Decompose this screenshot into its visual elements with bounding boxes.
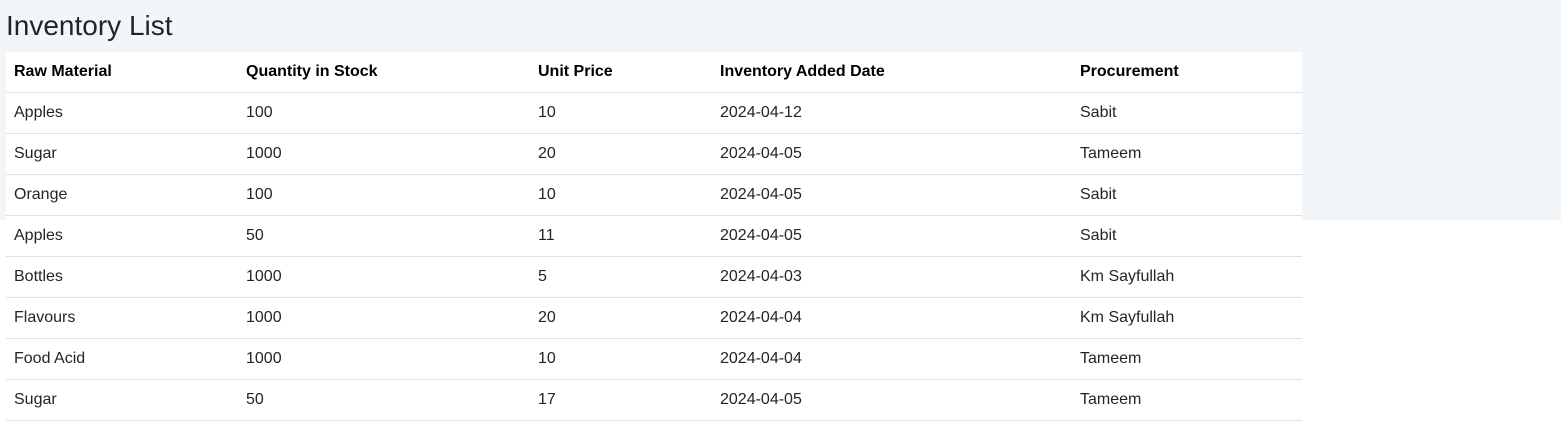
cell-added-date: 2024-04-04 [712, 338, 1072, 380]
cell-unit-price: 20 [530, 133, 712, 175]
cell-procurement: Km Sayfullah [1072, 297, 1302, 339]
cell-quantity: 50 [238, 379, 530, 421]
header-unit-price: Unit Price [530, 52, 712, 93]
table-row: Apples 50 11 2024-04-05 Sabit [6, 215, 1302, 257]
cell-quantity: 1000 [238, 297, 530, 339]
cell-added-date: 2024-04-05 [712, 215, 1072, 257]
page-title: Inventory List [6, 10, 173, 41]
cell-unit-price: 20 [530, 297, 712, 339]
cell-procurement: Tameem [1072, 379, 1302, 421]
cell-raw-material: Flavours [6, 297, 238, 339]
cell-procurement: Tameem [1072, 133, 1302, 175]
cell-quantity: 100 [238, 92, 530, 134]
cell-procurement: Tameem [1072, 338, 1302, 380]
header-raw-material: Raw Material [6, 52, 238, 93]
cell-raw-material: Food Acid [6, 338, 238, 380]
cell-unit-price: 5 [530, 256, 712, 298]
cell-procurement: Sabit [1072, 174, 1302, 216]
cell-quantity: 50 [238, 215, 530, 257]
header-inventory-added-date: Inventory Added Date [712, 52, 1072, 93]
cell-added-date: 2024-04-03 [712, 256, 1072, 298]
header-quantity-in-stock: Quantity in Stock [238, 52, 530, 93]
cell-raw-material: Sugar [6, 133, 238, 175]
table-row: Bottles 1000 5 2024-04-03 Km Sayfullah [6, 256, 1302, 298]
cell-added-date: 2024-04-05 [712, 379, 1072, 421]
cell-added-date: 2024-04-05 [712, 133, 1072, 175]
table-row: Flavours 1000 20 2024-04-04 Km Sayfullah [6, 297, 1302, 339]
table-row: Sugar 1000 20 2024-04-05 Tameem [6, 133, 1302, 175]
cell-procurement: Km Sayfullah [1072, 256, 1302, 298]
cell-unit-price: 10 [530, 174, 712, 216]
cell-added-date: 2024-04-04 [712, 297, 1072, 339]
cell-unit-price: 17 [530, 379, 712, 421]
cell-raw-material: Sugar [6, 379, 238, 421]
cell-raw-material: Apples [6, 92, 238, 134]
inventory-table: Raw Material Quantity in Stock Unit Pric… [6, 52, 1302, 421]
table-header-row: Raw Material Quantity in Stock Unit Pric… [6, 52, 1302, 93]
cell-unit-price: 10 [530, 338, 712, 380]
cell-unit-price: 10 [530, 92, 712, 134]
cell-raw-material: Orange [6, 174, 238, 216]
table-row: Orange 100 10 2024-04-05 Sabit [6, 174, 1302, 216]
cell-unit-price: 11 [530, 215, 712, 257]
table-row: Sugar 50 17 2024-04-05 Tameem [6, 379, 1302, 421]
table-row: Food Acid 1000 10 2024-04-04 Tameem [6, 338, 1302, 380]
cell-procurement: Sabit [1072, 215, 1302, 257]
inventory-page: Inventory List Raw Material Quantity in … [0, 0, 1561, 421]
cell-quantity: 1000 [238, 338, 530, 380]
cell-quantity: 1000 [238, 133, 530, 175]
header-procurement: Procurement [1072, 52, 1302, 93]
cell-added-date: 2024-04-12 [712, 92, 1072, 134]
cell-raw-material: Bottles [6, 256, 238, 298]
cell-procurement: Sabit [1072, 92, 1302, 134]
cell-added-date: 2024-04-05 [712, 174, 1072, 216]
cell-quantity: 1000 [238, 256, 530, 298]
cell-quantity: 100 [238, 174, 530, 216]
cell-raw-material: Apples [6, 215, 238, 257]
table-row: Apples 100 10 2024-04-12 Sabit [6, 92, 1302, 134]
